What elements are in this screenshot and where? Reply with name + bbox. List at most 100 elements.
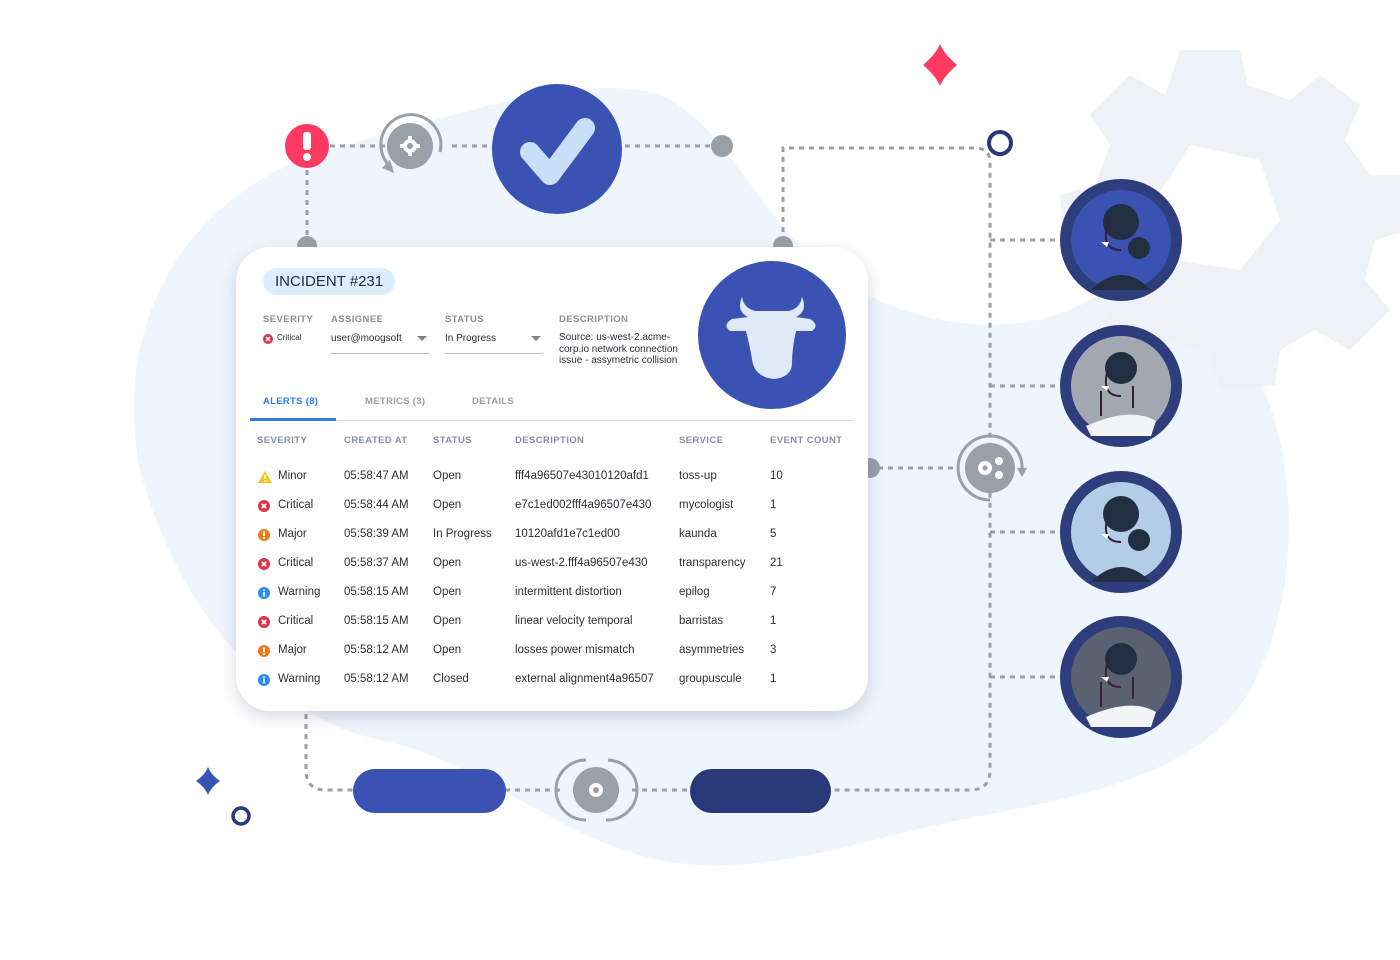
status-label: STATUS xyxy=(445,314,484,325)
alert-exclamation-icon xyxy=(285,124,329,168)
description-label: DESCRIPTION xyxy=(559,314,629,325)
chevron-down-icon xyxy=(417,336,427,341)
table-row[interactable]: Warning 05:58:12 AM Closed external alignme… xyxy=(236,672,868,701)
column-header-status[interactable]: STATUS xyxy=(433,435,472,446)
description-value: Source: us-west-2.acme-corp.io network c… xyxy=(559,332,678,367)
checkmark-icon xyxy=(492,84,622,214)
cell-service: asymmetries xyxy=(679,644,745,656)
tab-bar: ALERTS (8) METRICS (3) DETAILS xyxy=(250,390,854,421)
cell-service: toss-up xyxy=(679,470,717,482)
cell-description: 10120afd1e7c1ed00 xyxy=(515,528,620,540)
column-header-description[interactable]: DESCRIPTION xyxy=(515,435,584,446)
cell-service: barristas xyxy=(679,615,724,627)
cell-description: us-west-2.fff4a96507e430 xyxy=(515,557,648,569)
cell-description: external alignment4a96507 xyxy=(515,673,654,685)
assignee-select[interactable]: user@moogsoft xyxy=(331,331,429,354)
cell-count: 1 xyxy=(770,499,777,511)
tab-metrics[interactable]: METRICS (3) xyxy=(365,396,425,407)
cell-status: Open xyxy=(433,557,462,569)
cell-created: 05:58:37 AM xyxy=(344,557,409,569)
critical-x-icon xyxy=(258,557,270,570)
column-header-service[interactable]: SERVICE xyxy=(679,435,723,446)
critical-x-icon xyxy=(258,499,270,512)
cell-created: 05:58:39 AM xyxy=(344,528,409,540)
cell-severity: Warning xyxy=(278,673,321,685)
pipeline-pill-blue xyxy=(353,769,506,813)
major-exclamation-icon xyxy=(258,644,270,657)
incident-card: INCIDENT #231 SEVERITY Critical ASSIGNEE… xyxy=(236,247,868,711)
cell-count: 3 xyxy=(770,644,777,656)
critical-x-icon xyxy=(258,615,270,628)
tab-alerts[interactable]: ALERTS (8) xyxy=(263,396,318,407)
table-row[interactable]: Major 05:58:12 AM Open losses power mismatc… xyxy=(236,643,868,672)
cell-status: Open xyxy=(433,499,462,511)
cell-severity: Critical xyxy=(278,615,314,627)
cell-service: groupuscule xyxy=(679,673,742,685)
cell-created: 05:58:12 AM xyxy=(344,644,409,656)
severity-value: Critical xyxy=(277,333,302,342)
cell-service: kaunda xyxy=(679,528,717,540)
severity-label: SEVERITY xyxy=(263,314,314,325)
cell-count: 10 xyxy=(770,470,783,482)
status-select[interactable]: In Progress xyxy=(445,331,543,354)
cell-description: losses power mismatch xyxy=(515,644,635,656)
cell-description: e7c1ed002fff4a96507e430 xyxy=(515,499,652,511)
cell-service: epilog xyxy=(679,586,710,598)
cell-severity: Major xyxy=(278,528,307,540)
cell-status: In Progress xyxy=(433,528,492,540)
cell-created: 05:58:15 AM xyxy=(344,586,409,598)
cell-severity: Critical xyxy=(278,557,314,569)
cell-service: transparency xyxy=(679,557,746,569)
warning-info-icon xyxy=(258,586,270,599)
cell-severity: Critical xyxy=(278,499,314,511)
cell-created: 05:58:15 AM xyxy=(344,615,409,627)
assignee-label: ASSIGNEE xyxy=(331,314,384,325)
cell-status: Open xyxy=(433,586,462,598)
cell-severity: Warning xyxy=(278,586,321,598)
blue-diamond-icon xyxy=(196,767,220,795)
cell-status: Open xyxy=(433,470,462,482)
table-row[interactable]: Critical 05:58:37 AM Open us-west-2.fff4a96… xyxy=(236,556,868,585)
cell-created: 05:58:47 AM xyxy=(344,470,409,482)
status-value: In Progress xyxy=(445,333,497,344)
cell-count: 21 xyxy=(770,557,783,569)
assignee-value: user@moogsoft xyxy=(331,333,402,344)
cell-description: fff4a96507e43010120afd1 xyxy=(515,470,649,482)
table-row[interactable]: Warning 05:58:15 AM Open intermittent disto… xyxy=(236,585,868,614)
column-header-event-count[interactable]: EVENT COUNT xyxy=(770,435,843,446)
cell-severity: Major xyxy=(278,644,307,656)
tab-details[interactable]: DETAILS xyxy=(472,396,514,407)
ring-icon xyxy=(987,130,1013,156)
critical-x-icon xyxy=(263,334,273,344)
pipeline-pill-navy xyxy=(690,769,831,813)
cow-logo-icon xyxy=(698,261,846,409)
cell-service: mycologist xyxy=(679,499,734,511)
connector-dot xyxy=(711,135,733,157)
ring-icon xyxy=(231,806,251,826)
chevron-down-icon xyxy=(531,336,541,341)
warning-triangle-icon xyxy=(258,470,272,483)
person-avatar-icon xyxy=(1060,616,1182,738)
table-row[interactable]: Critical 05:58:44 AM Open e7c1ed002fff4a965… xyxy=(236,498,868,527)
column-header-created-at[interactable]: CREATED AT xyxy=(344,435,407,446)
cell-severity: Minor xyxy=(278,470,307,482)
cell-created: 05:58:44 AM xyxy=(344,499,409,511)
table-row[interactable]: Critical 05:58:15 AM Open linear velocity t… xyxy=(236,614,868,643)
major-exclamation-icon xyxy=(258,528,270,541)
cell-status: Open xyxy=(433,644,462,656)
cell-count: 1 xyxy=(770,615,777,627)
person-avatar-icon xyxy=(1060,471,1182,593)
incident-title: INCIDENT #231 xyxy=(263,268,396,295)
cell-status: Open xyxy=(433,615,462,627)
person-avatar-icon xyxy=(1060,179,1182,301)
cell-count: 1 xyxy=(770,673,777,685)
column-header-severity[interactable]: SEVERITY xyxy=(257,435,307,446)
table-row[interactable]: Minor 05:58:47 AM Open fff4a96507e43010120a… xyxy=(236,469,868,498)
warning-info-icon xyxy=(258,673,270,686)
cell-count: 7 xyxy=(770,586,777,598)
tab-active-indicator xyxy=(250,418,336,421)
table-row[interactable]: Major 05:58:39 AM In Progress 10120afd1e7c1… xyxy=(236,527,868,556)
cell-description: linear velocity temporal xyxy=(515,615,633,627)
cell-status: Closed xyxy=(433,673,469,685)
red-diamond-icon xyxy=(923,44,957,86)
